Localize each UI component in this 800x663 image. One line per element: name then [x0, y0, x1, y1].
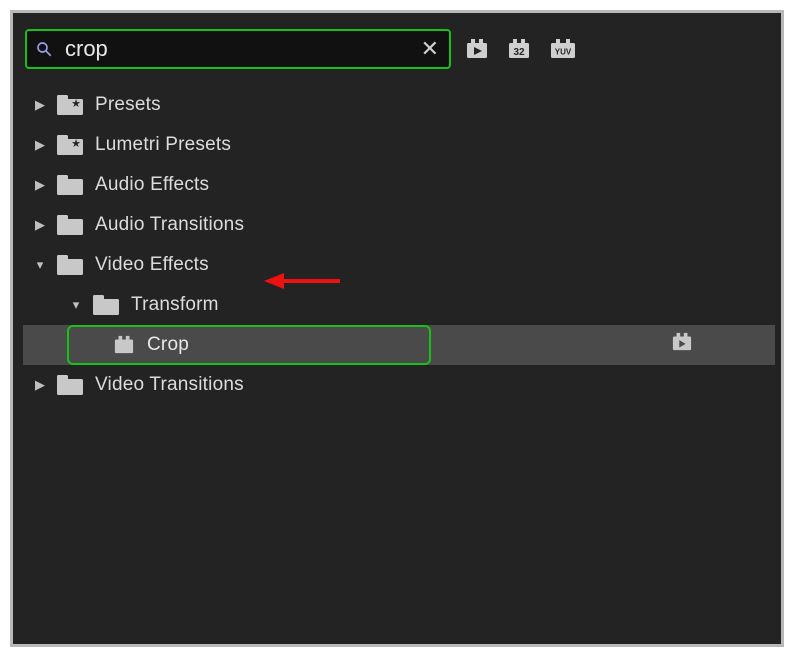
chevron-right-icon: ▶: [31, 377, 49, 393]
accelerated-badge-icon: [671, 332, 693, 358]
chevron-down-icon: ▾: [67, 297, 85, 313]
chevron-right-icon: ▶: [31, 177, 49, 193]
effects-tree: ▶ ★ Presets ▶ ★ Lumetri Presets ▶ Audio …: [25, 85, 773, 405]
tree-item-crop[interactable]: Crop: [23, 325, 775, 365]
svg-text:★: ★: [71, 138, 81, 150]
clear-search-icon[interactable]: ✕: [421, 38, 439, 60]
32bit-effects-icon[interactable]: 32: [507, 38, 531, 60]
tree-item-lumetri-presets[interactable]: ▶ ★ Lumetri Presets: [25, 125, 773, 165]
tree-label: Lumetri Presets: [95, 134, 231, 156]
window-frame: ✕ 32: [10, 10, 784, 647]
tree-item-video-transitions[interactable]: ▶ Video Transitions: [25, 365, 773, 405]
preset-folder-icon: ★: [57, 135, 83, 155]
effects-panel: ✕ 32: [25, 27, 773, 637]
tree-label: Audio Effects: [95, 174, 209, 196]
search-row: ✕ 32: [25, 27, 773, 71]
chevron-right-icon: ▶: [31, 97, 49, 113]
tree-item-presets[interactable]: ▶ ★ Presets: [25, 85, 773, 125]
search-icon: [35, 40, 53, 58]
svg-text:★: ★: [71, 98, 81, 110]
search-input[interactable]: [53, 35, 421, 63]
effect-icon: [113, 335, 135, 355]
tree-label: Audio Transitions: [95, 214, 244, 236]
tree-label: Presets: [95, 94, 161, 116]
tree-label: Video Effects: [95, 254, 209, 276]
folder-icon: [57, 255, 83, 275]
preset-folder-icon: ★: [57, 95, 83, 115]
search-box: ✕: [25, 29, 451, 69]
accelerated-effects-icon[interactable]: [465, 38, 489, 60]
yuv-effects-icon[interactable]: YUV: [549, 38, 577, 60]
folder-icon: [93, 295, 119, 315]
folder-icon: [57, 175, 83, 195]
chevron-down-icon: ▾: [31, 257, 49, 273]
svg-text:32: 32: [513, 47, 525, 58]
tree-item-video-effects[interactable]: ▾ Video Effects: [25, 245, 773, 285]
tree-label: Video Transitions: [95, 374, 244, 396]
tree-label: Crop: [147, 334, 189, 356]
folder-icon: [57, 375, 83, 395]
chevron-right-icon: ▶: [31, 217, 49, 233]
tree-item-transform[interactable]: ▾ Transform: [25, 285, 773, 325]
filter-icons: 32 YUV: [465, 38, 577, 60]
tree-item-audio-effects[interactable]: ▶ Audio Effects: [25, 165, 773, 205]
tree-label: Transform: [131, 294, 219, 316]
svg-text:YUV: YUV: [555, 48, 572, 57]
folder-icon: [57, 215, 83, 235]
chevron-right-icon: ▶: [31, 137, 49, 153]
tree-item-audio-transitions[interactable]: ▶ Audio Transitions: [25, 205, 773, 245]
